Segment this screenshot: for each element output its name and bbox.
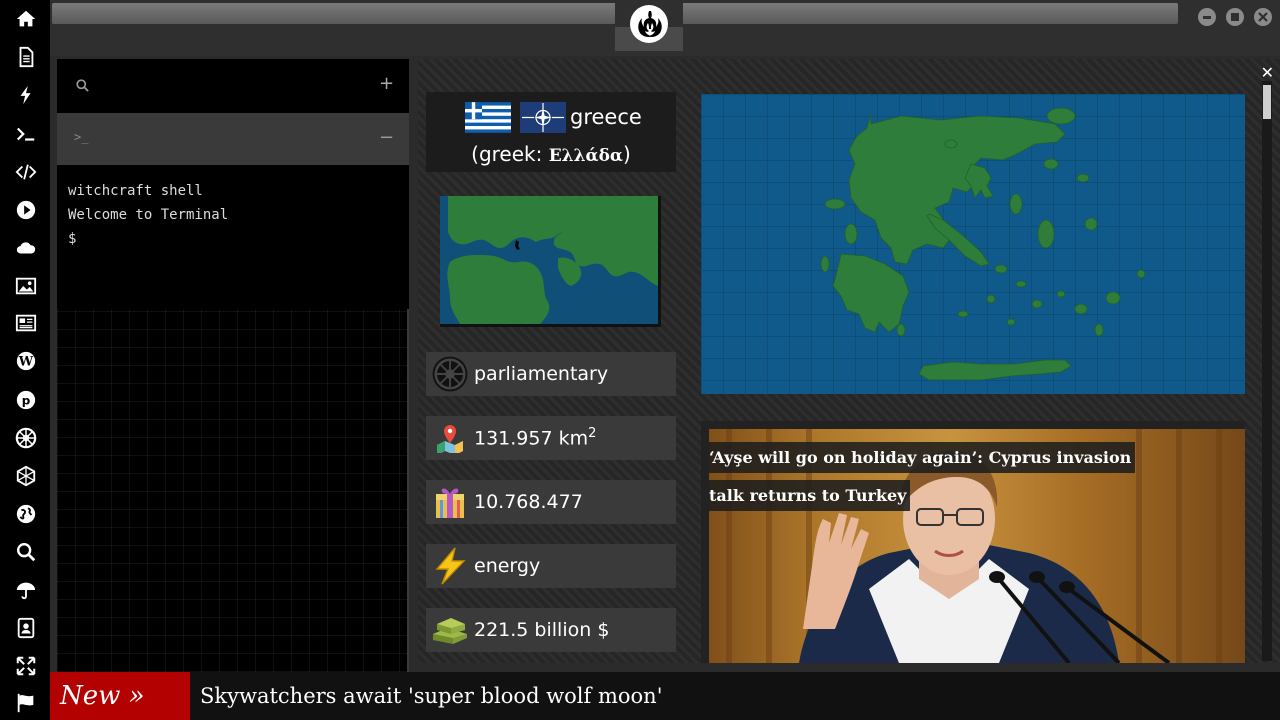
locator-map[interactable] — [440, 196, 661, 327]
native-name-suffix: ) — [623, 142, 631, 166]
minimize-terminal-button[interactable]: − — [379, 127, 394, 148]
svg-text:p: p — [22, 394, 31, 408]
population-row: 10.768.477 — [426, 480, 676, 524]
death-star-icon[interactable] — [13, 463, 39, 489]
lightning-icon[interactable] — [13, 82, 39, 108]
cloud-icon[interactable] — [13, 235, 39, 261]
pinterest-icon[interactable]: p — [13, 387, 39, 413]
add-terminal-button[interactable]: + — [379, 73, 394, 94]
native-name-prefix: (greek: — [471, 142, 549, 166]
contact-card-icon[interactable] — [13, 615, 39, 641]
country-native-name: (greek: Ελλάδα) — [426, 142, 676, 166]
scrollbar-thumb[interactable] — [1263, 85, 1271, 119]
galactic-empire-icon[interactable] — [13, 425, 39, 451]
area-value: 131.957 km — [474, 427, 589, 450]
ticker-label[interactable]: New » — [50, 672, 190, 720]
country-name-card: greece (greek: Ελλάδα) — [426, 92, 676, 172]
flag-icon[interactable] — [13, 690, 39, 716]
news-headline[interactable]: ‘Ayşe will go on holiday again’: Cyprus … — [709, 439, 1149, 515]
native-name-word: Ελλάδα — [548, 146, 624, 166]
umbrella-icon[interactable] — [13, 577, 39, 603]
wordpress-icon[interactable]: W — [13, 348, 39, 374]
expand-icon[interactable] — [13, 653, 39, 679]
nato-flag-icon — [520, 102, 566, 133]
ticker-headline[interactable]: Skywatchers await 'super blood wolf moon… — [200, 672, 662, 720]
terminal-tab[interactable]: >_ − — [57, 113, 409, 165]
code-icon[interactable] — [13, 159, 39, 185]
terminal-welcome-line: Welcome to Terminal — [68, 207, 229, 223]
svg-text:W: W — [18, 355, 34, 370]
terminal-prompt[interactable]: $ — [68, 227, 398, 251]
country-name: greece — [570, 105, 642, 129]
terminal-icon[interactable] — [13, 121, 39, 147]
galactic-empire-icon — [430, 354, 470, 394]
play-icon[interactable] — [13, 197, 39, 223]
map-location-icon — [430, 418, 470, 458]
globe-icon[interactable] — [13, 501, 39, 527]
rebel-alliance-icon — [630, 5, 668, 43]
gdp-value: 221.5 billion $ — [474, 619, 610, 641]
maximize-window-button[interactable] — [1226, 8, 1244, 26]
area-row: 131.957 km2 — [426, 416, 676, 460]
terminal-panel: + >_ − witchcraft shell Welcome to Termi… — [57, 59, 409, 672]
terminal-tab-icon: >_ — [74, 130, 89, 144]
home-icon[interactable] — [13, 6, 39, 32]
search-icon[interactable] — [75, 78, 90, 97]
news-card[interactable]: ‘Ayşe will go on holiday again’: Cyprus … — [701, 421, 1245, 663]
terminal-title-line: witchcraft shell — [68, 183, 203, 199]
terminal-search-bar[interactable]: + — [57, 59, 409, 113]
news-icon[interactable] — [13, 310, 39, 336]
greece-map-graphic — [820, 107, 1146, 381]
terminal-output[interactable]: witchcraft shell Welcome to Terminal $ — [57, 165, 409, 309]
population-gift-icon — [430, 482, 470, 522]
economy-row: energy — [426, 544, 676, 588]
area-exponent: 2 — [588, 426, 597, 442]
lightning-icon — [430, 546, 470, 586]
country-map[interactable] — [701, 94, 1245, 394]
logo-tab[interactable] — [615, 0, 683, 51]
population-value: 10.768.477 — [474, 491, 583, 513]
news-headline-text[interactable]: ‘Ayşe will go on holiday again’: Cyprus … — [709, 442, 1136, 511]
minimize-window-button[interactable] — [1198, 8, 1216, 26]
greece-flag-icon — [465, 102, 511, 133]
close-panel-button[interactable]: ✕ — [1261, 63, 1274, 82]
news-photo[interactable]: ‘Ayşe will go on holiday again’: Cyprus … — [709, 429, 1245, 663]
money-stack-icon — [430, 610, 470, 650]
panel-scrollbar[interactable] — [1262, 81, 1272, 661]
image-icon[interactable] — [13, 273, 39, 299]
government-row: parliamentary — [426, 352, 676, 396]
search-icon[interactable] — [13, 539, 39, 565]
app-sidebar: W p — [0, 0, 50, 720]
news-ticker: New » Skywatchers await 'super blood wol… — [50, 672, 1280, 720]
country-info-panel: ✕ greece (greek: Ελλάδα) parliamentary 1… — [418, 59, 1280, 663]
government-type: parliamentary — [474, 363, 609, 385]
world-map-graphic — [440, 196, 658, 324]
document-icon[interactable] — [13, 44, 39, 70]
economy-sector: energy — [474, 555, 541, 577]
area-text: 131.957 km2 — [474, 426, 596, 449]
top-bar — [50, 0, 1280, 56]
close-window-button[interactable] — [1254, 8, 1272, 26]
gdp-row: 221.5 billion $ — [426, 608, 676, 652]
